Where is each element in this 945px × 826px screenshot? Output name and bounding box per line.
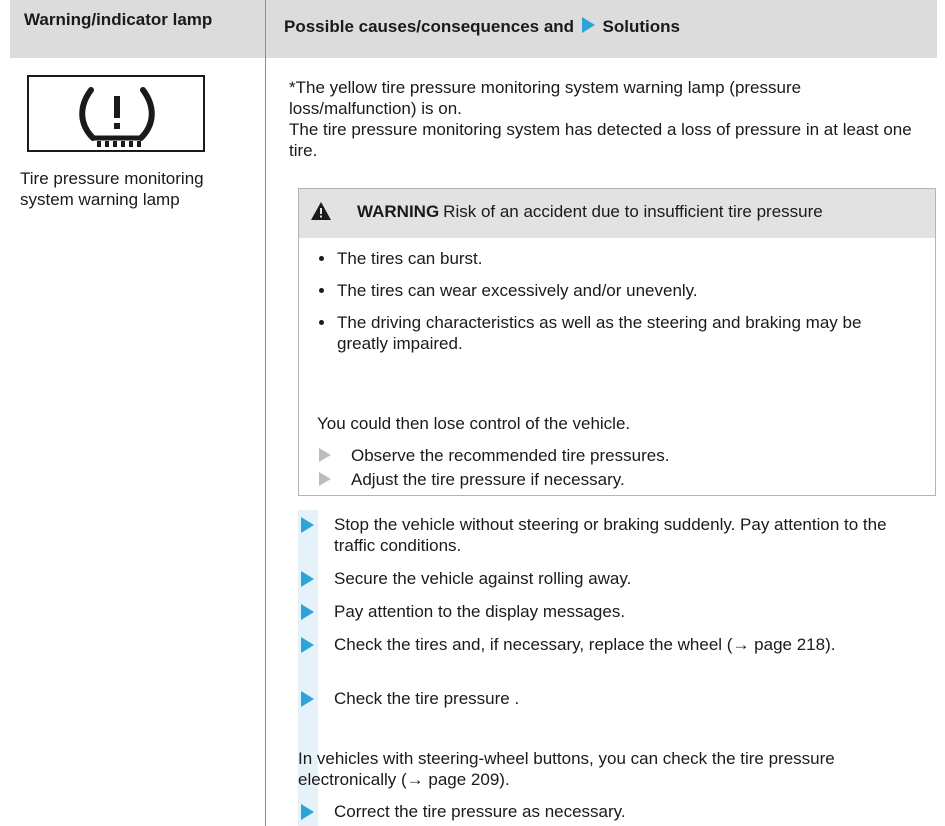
column-divider <box>265 0 266 826</box>
bullet-icon <box>319 288 324 293</box>
step-arrow-icon <box>319 472 331 486</box>
solution-step-text: Check the tires and, if necessary, repla… <box>334 635 836 654</box>
solution-step: Stop the vehicle without steering or bra… <box>298 514 928 556</box>
warning-step-text: Observe the recommended tire pressures. <box>351 446 670 465</box>
electronic-check-note: In vehicles with steering-wheel buttons,… <box>298 749 835 789</box>
solution-step-text: Pay attention to the display messages. <box>334 602 626 621</box>
list-item: The tires can burst. <box>317 248 917 269</box>
tire-pressure-warning-icon <box>79 87 155 147</box>
solution-step-text: Stop the vehicle without steering or bra… <box>334 515 887 555</box>
step-arrow-icon <box>301 571 314 587</box>
warning-triangle-icon <box>311 202 331 220</box>
warning-title-text: Risk of an accident due to insufficient … <box>443 202 823 221</box>
list-item: The tires can wear excessively and/or un… <box>317 280 917 301</box>
warning-bullet-list: The tires can burst. The tires can wear … <box>317 248 917 365</box>
header-causes-solutions: Possible causes/consequences and Solutio… <box>284 17 934 36</box>
intro-line-2: The tire pressure monitoring system has … <box>289 120 912 160</box>
header-solutions-label: Solutions <box>602 17 680 36</box>
bullet-text: The tires can wear excessively and/or un… <box>337 281 698 300</box>
table-header: Warning/indicator lamp Possible causes/c… <box>10 0 937 58</box>
list-item: The driving characteristics as well as t… <box>317 312 917 354</box>
warning-title: WARNING Risk of an accident due to insuff… <box>357 201 917 222</box>
step-arrow-icon <box>301 637 314 653</box>
header-causes-label: Possible causes/consequences and <box>284 17 575 36</box>
step-arrow-icon <box>301 804 314 820</box>
bullet-text: The driving characteristics as well as t… <box>337 313 862 353</box>
bullet-icon <box>319 256 324 261</box>
step-arrow-icon <box>319 448 331 462</box>
header-warning-lamp: Warning/indicator lamp <box>24 10 213 29</box>
solution-arrow-icon <box>581 17 595 33</box>
solution-step-text: Check the tire pressure . <box>334 689 520 708</box>
warning-header: WARNING Risk of an accident due to insuff… <box>299 189 935 238</box>
solution-step-text: Secure the vehicle against rolling away. <box>334 569 632 588</box>
warning-conclusion: You could then lose control of the vehic… <box>317 414 631 433</box>
manual-page: Warning/indicator lamp Possible causes/c… <box>0 0 945 826</box>
solution-step: Secure the vehicle against rolling away. <box>298 568 928 589</box>
solution-step: Correct the tire pressure as necessary. <box>298 801 928 822</box>
warning-lamp-caption: Tire pressure monitoring system warning … <box>20 169 204 209</box>
intro-text: *The yellow tire pressure monitoring sys… <box>289 77 929 161</box>
solution-step-text: Correct the tire pressure as necessary. <box>334 802 626 821</box>
warning-box: WARNING Risk of an accident due to insuff… <box>298 188 936 496</box>
warning-lamp-box <box>27 75 205 152</box>
bullet-text: The tires can burst. <box>337 249 483 268</box>
intro-line-1: *The yellow tire pressure monitoring sys… <box>289 78 802 118</box>
solution-step: Check the tire pressure . <box>298 688 928 709</box>
step-arrow-icon <box>301 691 314 707</box>
bullet-icon <box>319 320 324 325</box>
warning-step: Adjust the tire pressure if necessary. <box>317 469 917 490</box>
step-arrow-icon <box>301 604 314 620</box>
step-arrow-icon <box>301 517 314 533</box>
warning-step: Observe the recommended tire pressures. <box>317 445 917 466</box>
warning-step-text: Adjust the tire pressure if necessary. <box>351 470 625 489</box>
solution-step: Pay attention to the display messages. <box>298 601 928 622</box>
warning-keyword: WARNING <box>357 202 440 221</box>
solution-step: Check the tires and, if necessary, repla… <box>298 634 928 655</box>
